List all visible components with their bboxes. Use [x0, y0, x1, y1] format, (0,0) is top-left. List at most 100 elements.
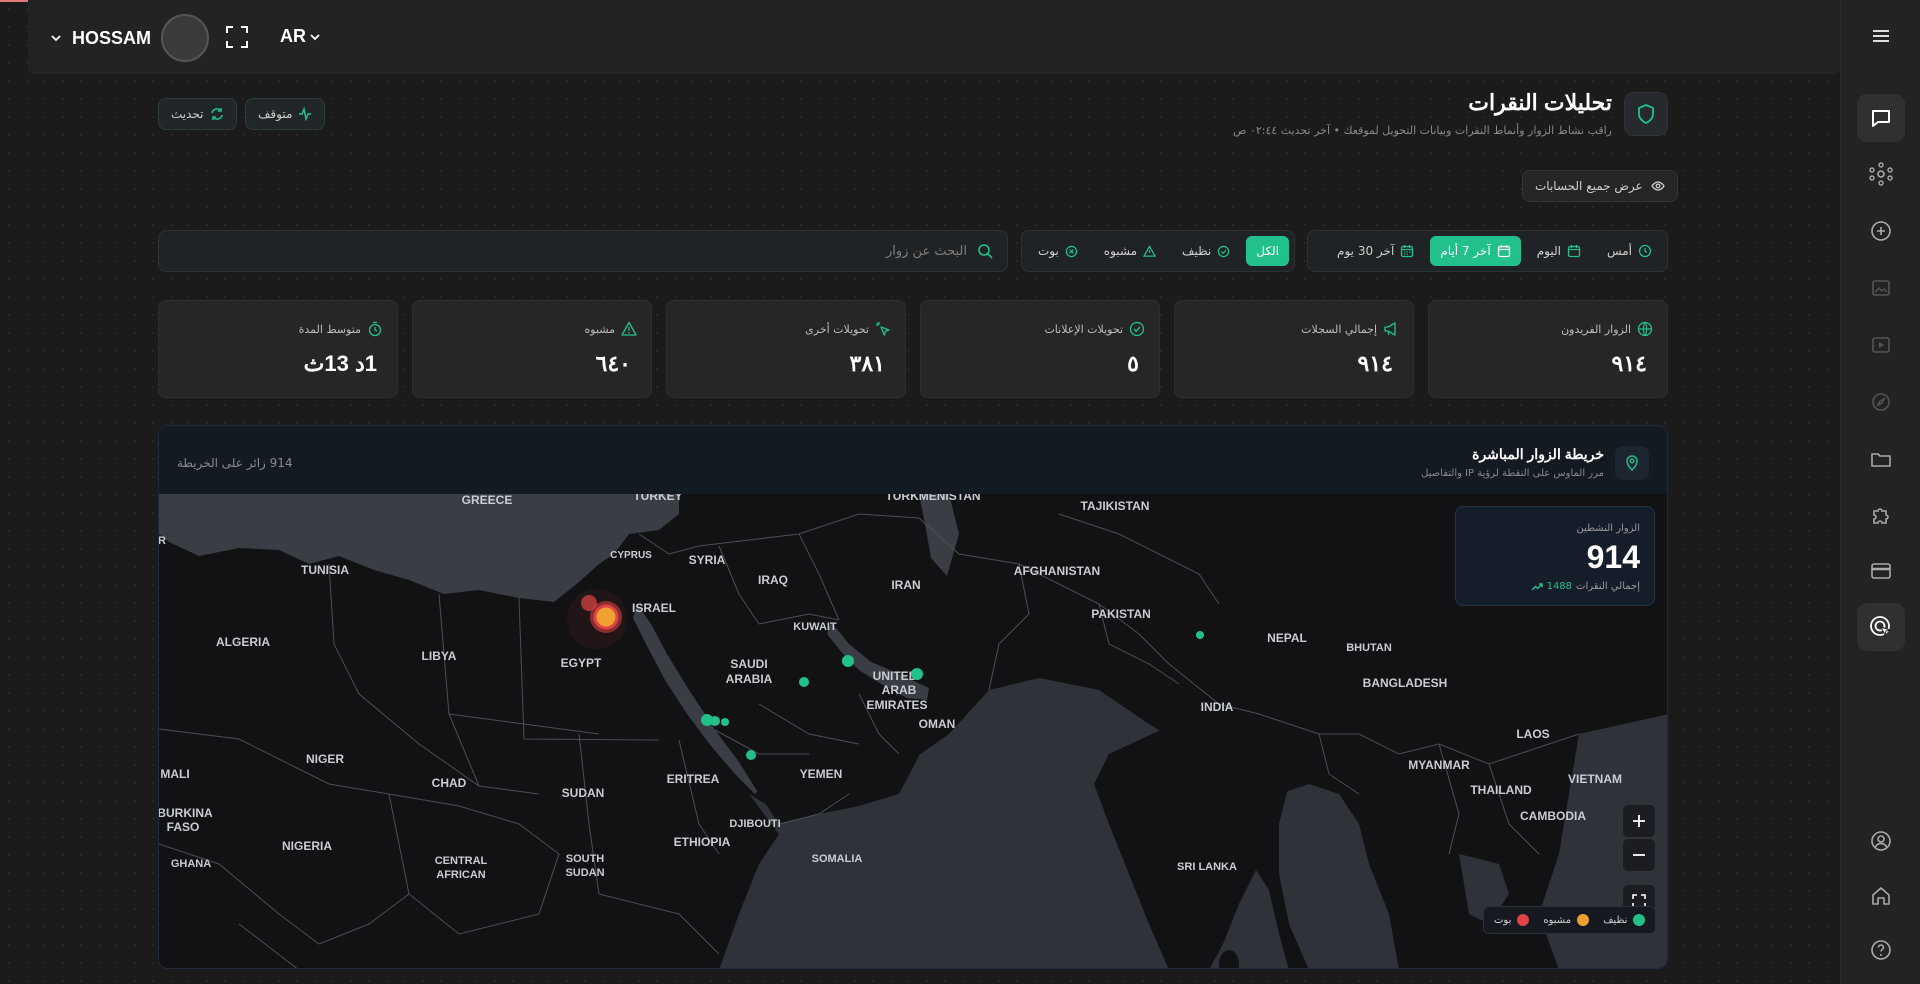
country-label: ARABIA	[726, 672, 773, 686]
refresh-label: تحديث	[171, 107, 204, 121]
sidebar-item-plugins[interactable]	[1857, 491, 1905, 539]
country-label: BURKINA	[159, 806, 213, 820]
sidebar-item-messages[interactable]	[1857, 94, 1905, 142]
visitor-marker-clean[interactable]	[746, 750, 756, 760]
sidebar-item-billing[interactable]	[1857, 547, 1905, 595]
visitor-marker-clean[interactable]	[710, 716, 720, 726]
menu-button[interactable]	[1857, 12, 1905, 60]
range-yesterday-label: أمس	[1606, 244, 1632, 258]
filter-clean-label: نظيف	[1182, 244, 1212, 258]
map-subtitle: مرر الماوس على النقطة لرؤية IP والتفاصيل	[1421, 468, 1604, 479]
clock-icon	[1638, 244, 1652, 258]
country-label: YEMEN	[800, 767, 843, 781]
world-map[interactable]: GREECE TURKEY TURKMENISTAN TAJIKISTAN CY…	[159, 494, 1668, 969]
sidebar-item-home[interactable]	[1857, 872, 1905, 920]
cursor-click-icon	[876, 322, 890, 336]
filter-clean[interactable]: نظيف	[1172, 236, 1240, 266]
sidebar-item-video[interactable]	[1857, 321, 1905, 369]
target-click-icon	[1870, 616, 1892, 637]
range-last-30-days[interactable]: آخر 30 يوم	[1327, 236, 1424, 266]
megaphone-icon	[1384, 322, 1396, 336]
sidebar-item-images[interactable]	[1857, 264, 1905, 312]
country-label: BHUTAN	[1346, 642, 1392, 654]
country-label: EMIRATES	[866, 698, 927, 712]
pause-toggle-button[interactable]: متوقف	[245, 98, 326, 130]
warning-triangle-icon	[1143, 244, 1157, 257]
range-today[interactable]: اليوم	[1527, 236, 1591, 266]
country-label: SYRIA	[689, 553, 726, 567]
network-icon	[1869, 162, 1893, 186]
visitor-marker-clean[interactable]	[911, 668, 923, 680]
stat-label: مشبوه	[584, 322, 615, 336]
zoom-out-button[interactable]	[1622, 838, 1656, 872]
total-clicks-label: إجمالي النقرات	[1576, 581, 1640, 592]
visitor-marker-clean[interactable]	[799, 677, 809, 687]
country-label: SAUDI	[730, 657, 767, 671]
avatar[interactable]	[161, 14, 210, 62]
zoom-in-button[interactable]	[1622, 804, 1656, 838]
calendar-icon	[1401, 245, 1414, 258]
country-label: R	[159, 535, 166, 547]
sidebar-item-click-analytics[interactable]	[1857, 603, 1905, 651]
search-input[interactable]	[567, 243, 967, 259]
fullscreen-button[interactable]	[224, 24, 250, 50]
help-circle-icon	[1871, 940, 1891, 960]
stat-label: إجمالي السجلات	[1301, 322, 1377, 336]
language-selector[interactable]: AR	[280, 26, 320, 47]
country-label: LIBYA	[422, 649, 457, 663]
legend-item-bot: بوت	[1494, 914, 1530, 926]
visitor-marker-suspicious[interactable]	[593, 604, 619, 630]
image-icon	[1872, 280, 1890, 296]
filter-all[interactable]: الكل	[1246, 236, 1289, 266]
calendar-icon	[1497, 245, 1510, 258]
filter-bot[interactable]: بوت	[1028, 236, 1088, 266]
country-label: TAJIKISTAN	[1081, 499, 1150, 513]
shield-icon	[1638, 104, 1654, 125]
visitor-marker-clean[interactable]	[721, 718, 729, 726]
home-icon	[1872, 887, 1890, 905]
country-label: IRAQ	[758, 573, 788, 587]
sidebar-item-add[interactable]	[1857, 207, 1905, 255]
country-label: CENTRAL	[435, 855, 488, 867]
minus-icon	[1633, 854, 1645, 856]
filter-suspicious[interactable]: مشبوه	[1094, 236, 1166, 266]
country-label: TUNISIA	[301, 563, 349, 577]
sidebar-item-explore[interactable]	[1857, 378, 1905, 426]
plus-circle-icon	[1871, 221, 1891, 241]
country-label: DJIBOUTI	[729, 818, 780, 830]
date-range-filter: أمس اليوم آخر 7 أيام آخر 30 يوم	[1307, 230, 1668, 272]
country-label: PAKISTAN	[1091, 607, 1151, 621]
top-bar: HOSSAM AR	[28, 0, 1840, 74]
sidebar-item-network[interactable]	[1857, 150, 1905, 198]
stat-label: متوسط المدة	[298, 322, 361, 336]
visitor-marker-clean[interactable]	[842, 655, 854, 667]
range-last-7-days[interactable]: آخر 7 أيام	[1430, 236, 1521, 266]
sidebar-item-folders[interactable]	[1857, 435, 1905, 483]
sidebar-item-profile[interactable]	[1857, 817, 1905, 865]
country-label: NIGER	[306, 752, 344, 766]
country-label: SOUTH	[566, 853, 605, 865]
map-title: خريطة الزوار المباشرة	[1472, 446, 1604, 462]
country-label: OMAN	[919, 717, 956, 731]
warning-triangle-icon	[621, 321, 637, 336]
user-name: HOSSAM	[72, 27, 152, 48]
calendar-icon	[1567, 245, 1581, 258]
visitor-marker-clean[interactable]	[1196, 631, 1204, 639]
country-label: VIETNAM	[1568, 772, 1622, 786]
range-yesterday[interactable]: أمس	[1597, 236, 1662, 266]
stat-value: ٥	[1127, 351, 1139, 376]
stat-label: تحويلات أخرى	[805, 322, 869, 336]
map-header: خريطة الزوار المباشرة مرر الماوس على الن…	[159, 426, 1667, 494]
country-label: NEPAL	[1267, 631, 1307, 645]
country-label: SUDAN	[562, 786, 605, 800]
user-menu[interactable]: HOSSAM	[50, 14, 210, 62]
stat-card-ad-conversions: تحويلات الإعلانات ٥	[920, 300, 1160, 398]
sidebar-item-help[interactable]	[1857, 926, 1905, 974]
range-today-label: اليوم	[1536, 244, 1561, 258]
country-label: KUWAIT	[793, 621, 837, 633]
chevron-down-icon	[51, 35, 61, 42]
refresh-button[interactable]: تحديث	[158, 98, 237, 130]
show-all-accounts-button[interactable]: عرض جميع الحسابات	[1522, 170, 1678, 202]
country-label: ALGERIA	[216, 635, 270, 649]
country-label: NIGERIA	[282, 839, 332, 853]
